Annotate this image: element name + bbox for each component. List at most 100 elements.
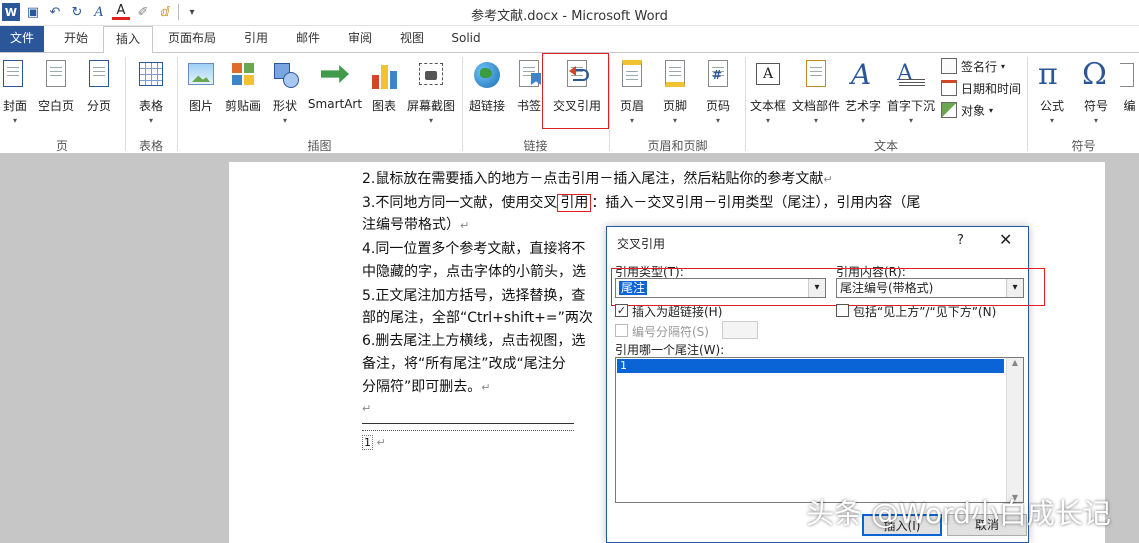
picture-button[interactable]: 图片 xyxy=(183,57,219,131)
group-illustrations-label: 插图 xyxy=(307,139,332,153)
doc-line: ↵ xyxy=(362,402,372,415)
text-box-button[interactable]: A 文本框 ▾ xyxy=(748,57,788,131)
footer-icon xyxy=(659,59,691,91)
clip-art-icon xyxy=(227,59,259,91)
scroll-up-icon[interactable]: ▲ xyxy=(1007,358,1023,367)
signature-icon xyxy=(941,58,957,74)
page-break-button[interactable]: 分页 xyxy=(82,57,116,131)
group-table-label: 表格 xyxy=(138,139,163,153)
doc-line: 4.同一位置多个参考文献，直接将不 xyxy=(362,241,586,257)
wordart-icon: A xyxy=(851,58,872,91)
include-above-below-checkbox[interactable] xyxy=(836,304,849,317)
shapes-button[interactable]: 形状 ▾ xyxy=(268,57,302,131)
tab-insert[interactable]: 插入 xyxy=(103,26,153,53)
object-button[interactable]: 对象 ▾ xyxy=(941,100,993,120)
hyperlink-button[interactable]: 超链接 xyxy=(466,57,508,131)
separator-input[interactable] xyxy=(722,321,758,339)
date-time-button[interactable]: 日期和时间 xyxy=(941,78,1021,98)
vertical-scrollbar[interactable]: ▲ ▼ xyxy=(1006,358,1023,502)
equation-button[interactable]: π 公式 ▾ xyxy=(1034,57,1070,131)
highlight-box xyxy=(542,53,609,129)
page-break-icon xyxy=(83,59,115,91)
tab-home[interactable]: 开始 xyxy=(56,26,96,52)
doc-line: 中隐藏的字，点击字体的小箭头，选 xyxy=(362,264,586,280)
tab-solid[interactable]: Solid xyxy=(444,26,488,52)
cover-page-button[interactable]: 封面 ▾ xyxy=(0,57,30,131)
header-icon xyxy=(616,59,648,91)
quick-parts-icon xyxy=(800,59,832,91)
separator-checkbox[interactable] xyxy=(615,324,628,337)
doc-line: 注编号带格式）↵ xyxy=(362,217,470,233)
insert-hyperlink-checkbox[interactable]: ✓ xyxy=(615,304,628,317)
chevron-down-icon: ▾ xyxy=(715,116,720,125)
title-bar: W ▣ ↶ ↻ A A ✐ ⅆ ▾ 参考文献.docx - Microsoft … xyxy=(0,0,1139,26)
clip-art-button[interactable]: 剪贴画 xyxy=(222,57,264,131)
chevron-down-icon: ▾ xyxy=(148,116,153,125)
chevron-down-icon: ▾ xyxy=(860,116,865,125)
group-symbols-label: 符号 xyxy=(1071,139,1096,153)
chevron-down-icon: ▾ xyxy=(629,116,634,125)
hyperlink-icon xyxy=(471,59,503,91)
group-header-footer-label: 页眉和页脚 xyxy=(647,139,708,153)
object-icon xyxy=(941,102,957,118)
screenshot-button[interactable]: 屏幕截图 ▾ xyxy=(404,57,458,131)
tab-page-layout[interactable]: 页面布局 xyxy=(160,26,224,52)
quick-parts-button[interactable]: 文档部件 ▾ xyxy=(790,57,842,131)
blank-page-button[interactable]: 空白页 xyxy=(36,57,76,131)
endnote-line: 1 ↵ xyxy=(362,435,386,450)
symbol-button[interactable]: Ω 符号 ▾ xyxy=(1078,57,1114,131)
doc-line: 分隔符”即可删去。↵ xyxy=(362,379,491,395)
doc-line: 3.不同地方同一文献，使用交叉 引用 ：插入－交叉引用－引用类型（尾注），引用内容（… xyxy=(362,194,921,212)
chevron-down-icon: ▾ xyxy=(1093,116,1098,125)
calendar-icon xyxy=(941,80,957,96)
tab-view[interactable]: 视图 xyxy=(392,26,432,52)
chevron-down-icon: ▾ xyxy=(428,116,433,125)
numbering-button[interactable]: 编 xyxy=(1120,57,1139,131)
chart-button[interactable]: 图表 xyxy=(366,57,402,131)
drop-cap-icon: A xyxy=(895,59,927,91)
wordart-button[interactable]: A 艺术字 ▾ xyxy=(843,57,883,131)
group-pages-label: 页 xyxy=(55,139,68,153)
chevron-down-icon: ▾ xyxy=(1049,116,1054,125)
blank-page-icon xyxy=(40,59,72,91)
tab-review[interactable]: 审阅 xyxy=(340,26,380,52)
ribbon-tabs: 文件 开始 插入 页面布局 引用 邮件 审阅 视图 Solid xyxy=(0,26,1139,53)
tab-file[interactable]: 文件 xyxy=(0,26,44,52)
window-title: 参考文献.docx - Microsoft Word xyxy=(471,9,668,24)
chevron-down-icon: ▾ xyxy=(813,116,818,125)
close-icon[interactable]: ✕ xyxy=(999,230,1012,249)
bookmark-button[interactable]: 书签 xyxy=(512,57,546,131)
chevron-down-icon: ▾ xyxy=(908,116,913,125)
drop-cap-button[interactable]: A 首字下沉 ▾ xyxy=(885,57,937,131)
header-button[interactable]: 页眉 ▾ xyxy=(614,57,650,131)
ribbon: 封面 ▾ 空白页 分页 页 表格 ▾ 表格 图片 剪贴画 形状 ▾ SmartA… xyxy=(0,52,1139,154)
omega-icon: Ω xyxy=(1082,57,1107,92)
chart-icon xyxy=(368,59,400,91)
include-above-below-label: 包括“见上方”/“见下方”(N) xyxy=(853,305,997,319)
smartart-button[interactable]: SmartArt xyxy=(306,57,364,131)
dialog-title: 交叉引用 xyxy=(617,237,666,251)
numbering-icon xyxy=(1120,59,1139,91)
which-endnote-label: 引用哪一个尾注(W): xyxy=(615,343,725,357)
cover-page-icon xyxy=(0,59,31,91)
chevron-down-icon: ▾ xyxy=(282,116,287,125)
pi-icon: π xyxy=(1038,57,1058,92)
table-button[interactable]: 表格 ▾ xyxy=(131,57,171,131)
smartart-icon xyxy=(319,59,351,91)
watermark: 头条 @Word小白成长记 xyxy=(806,497,1111,530)
text-box-icon: A xyxy=(752,59,784,91)
insert-hyperlink-label: 插入为超链接(H) xyxy=(632,305,723,319)
chevron-down-icon: ▾ xyxy=(672,116,677,125)
selected-text: 引用 xyxy=(557,194,592,212)
tab-references[interactable]: 引用 xyxy=(236,26,276,52)
doc-line: 6.删去尾注上方横线，点击视图，选 xyxy=(362,333,586,349)
signature-line-button[interactable]: 签名行 ▾ xyxy=(941,56,1005,76)
list-item[interactable]: 1 xyxy=(617,359,1004,373)
footer-button[interactable]: 页脚 ▾ xyxy=(657,57,693,131)
group-text-label: 文本 xyxy=(873,139,898,153)
page-number-button[interactable]: # 页码 ▾ xyxy=(700,57,736,131)
tab-mailings[interactable]: 邮件 xyxy=(288,26,328,52)
help-icon[interactable]: ? xyxy=(957,233,964,248)
group-links-label: 链接 xyxy=(523,139,548,153)
endnote-list[interactable]: 1 ▲ ▼ xyxy=(615,357,1024,503)
